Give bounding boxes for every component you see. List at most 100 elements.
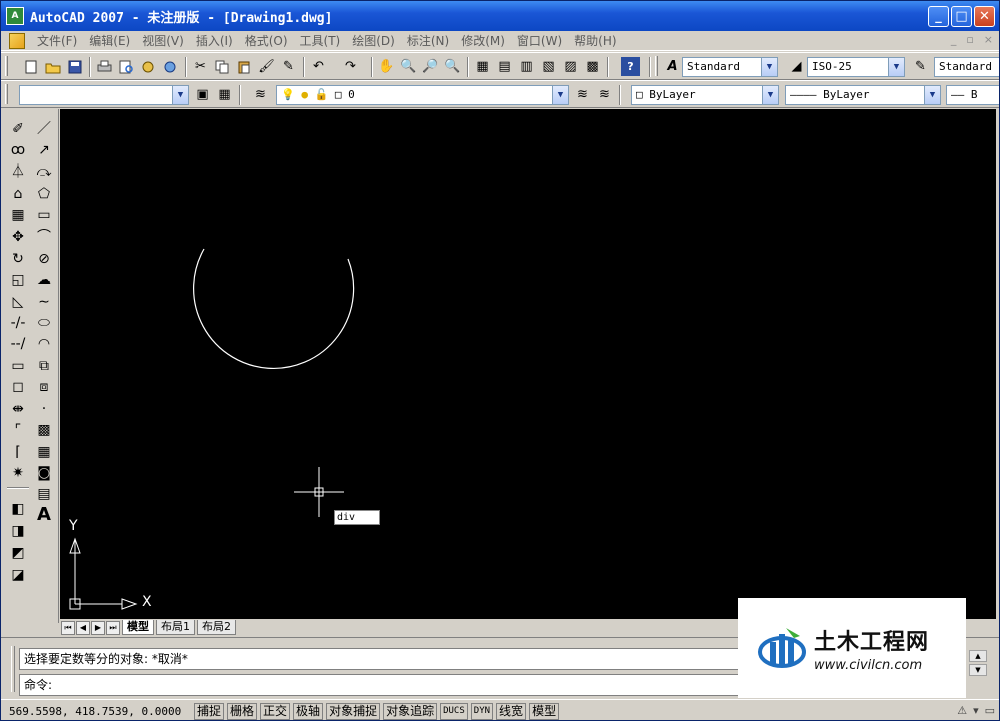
mirror-icon[interactable]: ⏃ xyxy=(8,162,28,182)
grid-toggle[interactable]: 栅格 xyxy=(227,702,258,720)
doc-minimize-button[interactable]: _ xyxy=(951,33,957,46)
draworder-back-icon[interactable]: ◨ xyxy=(8,521,28,541)
table-style-icon[interactable]: ✎ xyxy=(911,57,930,76)
table-icon[interactable]: ▤ xyxy=(34,484,54,504)
multiline-text-icon[interactable]: A xyxy=(34,505,54,525)
workspace-save-icon[interactable]: ▦ xyxy=(215,85,234,104)
communication-center-icon[interactable]: ⚠ xyxy=(957,704,967,717)
menu-modify[interactable]: 修改(M) xyxy=(461,32,505,49)
dynamic-input-tooltip[interactable]: div xyxy=(334,510,380,525)
toolbar-grip[interactable] xyxy=(5,84,8,104)
region-icon[interactable]: ◙ xyxy=(34,463,54,483)
zoom-realtime-icon[interactable]: 🔍 xyxy=(399,57,418,76)
command-scrollbar[interactable]: ▲ ▼ xyxy=(969,650,987,678)
scroll-up-icon[interactable]: ▲ xyxy=(969,650,987,662)
layer-manager-icon[interactable]: ≋ xyxy=(251,85,270,104)
vertical-scrollbar[interactable] xyxy=(996,109,999,619)
menu-insert[interactable]: 插入(I) xyxy=(196,32,233,49)
redo-icon[interactable]: ↷ xyxy=(341,57,360,76)
sheet-set-icon[interactable]: ▧ xyxy=(539,57,558,76)
copy-object-icon[interactable]: ꝏ xyxy=(8,140,28,160)
chevron-down-icon[interactable]: ▼ xyxy=(924,86,940,104)
hatch-icon[interactable]: ▩ xyxy=(34,420,54,440)
snap-toggle[interactable]: 捕捉 xyxy=(194,702,225,720)
doc-restore-button[interactable]: ▫ xyxy=(966,33,973,46)
menu-view[interactable]: 视图(V) xyxy=(142,32,184,49)
rectangle-icon[interactable]: ▭ xyxy=(34,205,54,225)
chevron-down-icon[interactable]: ▼ xyxy=(888,58,904,76)
gradient-icon[interactable]: ▦ xyxy=(34,442,54,462)
menu-help[interactable]: 帮助(H) xyxy=(574,32,616,49)
design-center-icon[interactable]: ▤ xyxy=(495,57,514,76)
close-button[interactable]: ✕ xyxy=(974,6,995,27)
calculator-icon[interactable]: ▩ xyxy=(583,57,602,76)
new-icon[interactable] xyxy=(21,57,40,76)
cut-icon[interactable]: ✂ xyxy=(191,57,210,76)
chevron-down-icon[interactable]: ▼ xyxy=(761,58,777,76)
tray-settings-icon[interactable]: ▾ xyxy=(973,704,979,717)
rotate-icon[interactable]: ↻ xyxy=(8,249,28,269)
tab-layout2[interactable]: 布局2 xyxy=(197,620,236,635)
trim-icon[interactable]: -/- xyxy=(8,313,28,333)
revision-cloud-icon[interactable]: ☁ xyxy=(34,270,54,290)
point-icon[interactable]: · xyxy=(34,399,54,419)
ellipse-arc-icon[interactable]: ◠ xyxy=(34,334,54,354)
tab-last-button[interactable]: ⏭ xyxy=(106,620,120,635)
tab-model[interactable]: 模型 xyxy=(122,620,154,635)
drawing-area[interactable]: div Y X xyxy=(60,109,996,619)
open-icon[interactable] xyxy=(43,57,62,76)
workspace-settings-icon[interactable]: ▣ xyxy=(193,85,212,104)
plot-icon[interactable] xyxy=(95,57,114,76)
arc-icon[interactable]: ⌒ xyxy=(34,227,54,247)
coordinate-readout[interactable]: 569.5598, 418.7539, 0.0000 xyxy=(9,705,191,718)
command-input[interactable]: 命令: xyxy=(19,674,759,696)
paste-icon[interactable] xyxy=(235,57,254,76)
chevron-down-icon[interactable]: ▼ xyxy=(552,86,568,104)
spline-icon[interactable]: ∼ xyxy=(34,292,54,312)
3d-dwf-icon[interactable] xyxy=(161,57,180,76)
draworder-front-icon[interactable]: ◧ xyxy=(8,499,28,519)
markup-icon[interactable]: ▨ xyxy=(561,57,580,76)
workspace-select[interactable]: ▼ xyxy=(19,85,189,105)
match-properties-icon[interactable]: 🖌 xyxy=(257,57,276,76)
dyn-toggle[interactable]: DYN xyxy=(470,702,494,720)
tab-next-button[interactable]: ▶ xyxy=(91,620,105,635)
doc-close-button[interactable]: × xyxy=(984,33,993,46)
line-icon[interactable]: ／ xyxy=(34,119,54,139)
title-bar[interactable]: A AutoCAD 2007 - 未注册版 - [Drawing1.dwg] _… xyxy=(1,1,999,31)
undo-icon[interactable]: ↶ xyxy=(309,57,328,76)
chevron-down-icon[interactable]: ▼ xyxy=(172,86,188,104)
copy-icon[interactable] xyxy=(213,57,232,76)
polyline-icon[interactable]: ⤼ xyxy=(34,162,54,182)
lineweight-select[interactable]: —— B xyxy=(946,85,999,105)
menu-file[interactable]: 文件(F) xyxy=(37,32,77,49)
chevron-down-icon[interactable]: ▼ xyxy=(762,86,778,104)
construction-line-icon[interactable]: ↗ xyxy=(34,140,54,160)
publish-icon[interactable] xyxy=(139,57,158,76)
ortho-toggle[interactable]: 正交 xyxy=(260,702,291,720)
minimize-button[interactable]: _ xyxy=(928,6,949,27)
insert-block-icon[interactable]: ⧉ xyxy=(34,356,54,376)
save-icon[interactable] xyxy=(65,57,84,76)
properties-icon[interactable]: ▦ xyxy=(473,57,492,76)
stretch-icon[interactable]: ◺ xyxy=(8,292,28,312)
zoom-window-icon[interactable]: 🔎 xyxy=(421,57,440,76)
menu-window[interactable]: 窗口(W) xyxy=(517,32,562,49)
menu-draw[interactable]: 绘图(D) xyxy=(352,32,395,49)
chamfer-icon[interactable]: ⌜ xyxy=(8,420,28,440)
dim-style-icon[interactable]: ◢ xyxy=(787,57,806,76)
block-editor-icon[interactable]: ✎ xyxy=(279,57,298,76)
menu-edit[interactable]: 编辑(E) xyxy=(89,32,130,49)
break-icon[interactable]: ◻ xyxy=(8,377,28,397)
scale-icon[interactable]: ◱ xyxy=(8,270,28,290)
explode-icon[interactable]: ✷ xyxy=(8,463,28,483)
command-window-grip[interactable] xyxy=(11,646,15,692)
circle-icon[interactable]: ⊘ xyxy=(34,249,54,269)
polygon-icon[interactable]: ⬠ xyxy=(34,184,54,204)
document-icon[interactable] xyxy=(9,32,25,49)
text-style-icon[interactable]: A xyxy=(663,57,682,76)
make-current-layer-icon[interactable]: ≋ xyxy=(573,85,592,104)
menu-tools[interactable]: 工具(T) xyxy=(300,32,341,49)
tab-first-button[interactable]: ⏮ xyxy=(61,620,75,635)
zoom-previous-icon[interactable]: 🔍 xyxy=(443,57,462,76)
